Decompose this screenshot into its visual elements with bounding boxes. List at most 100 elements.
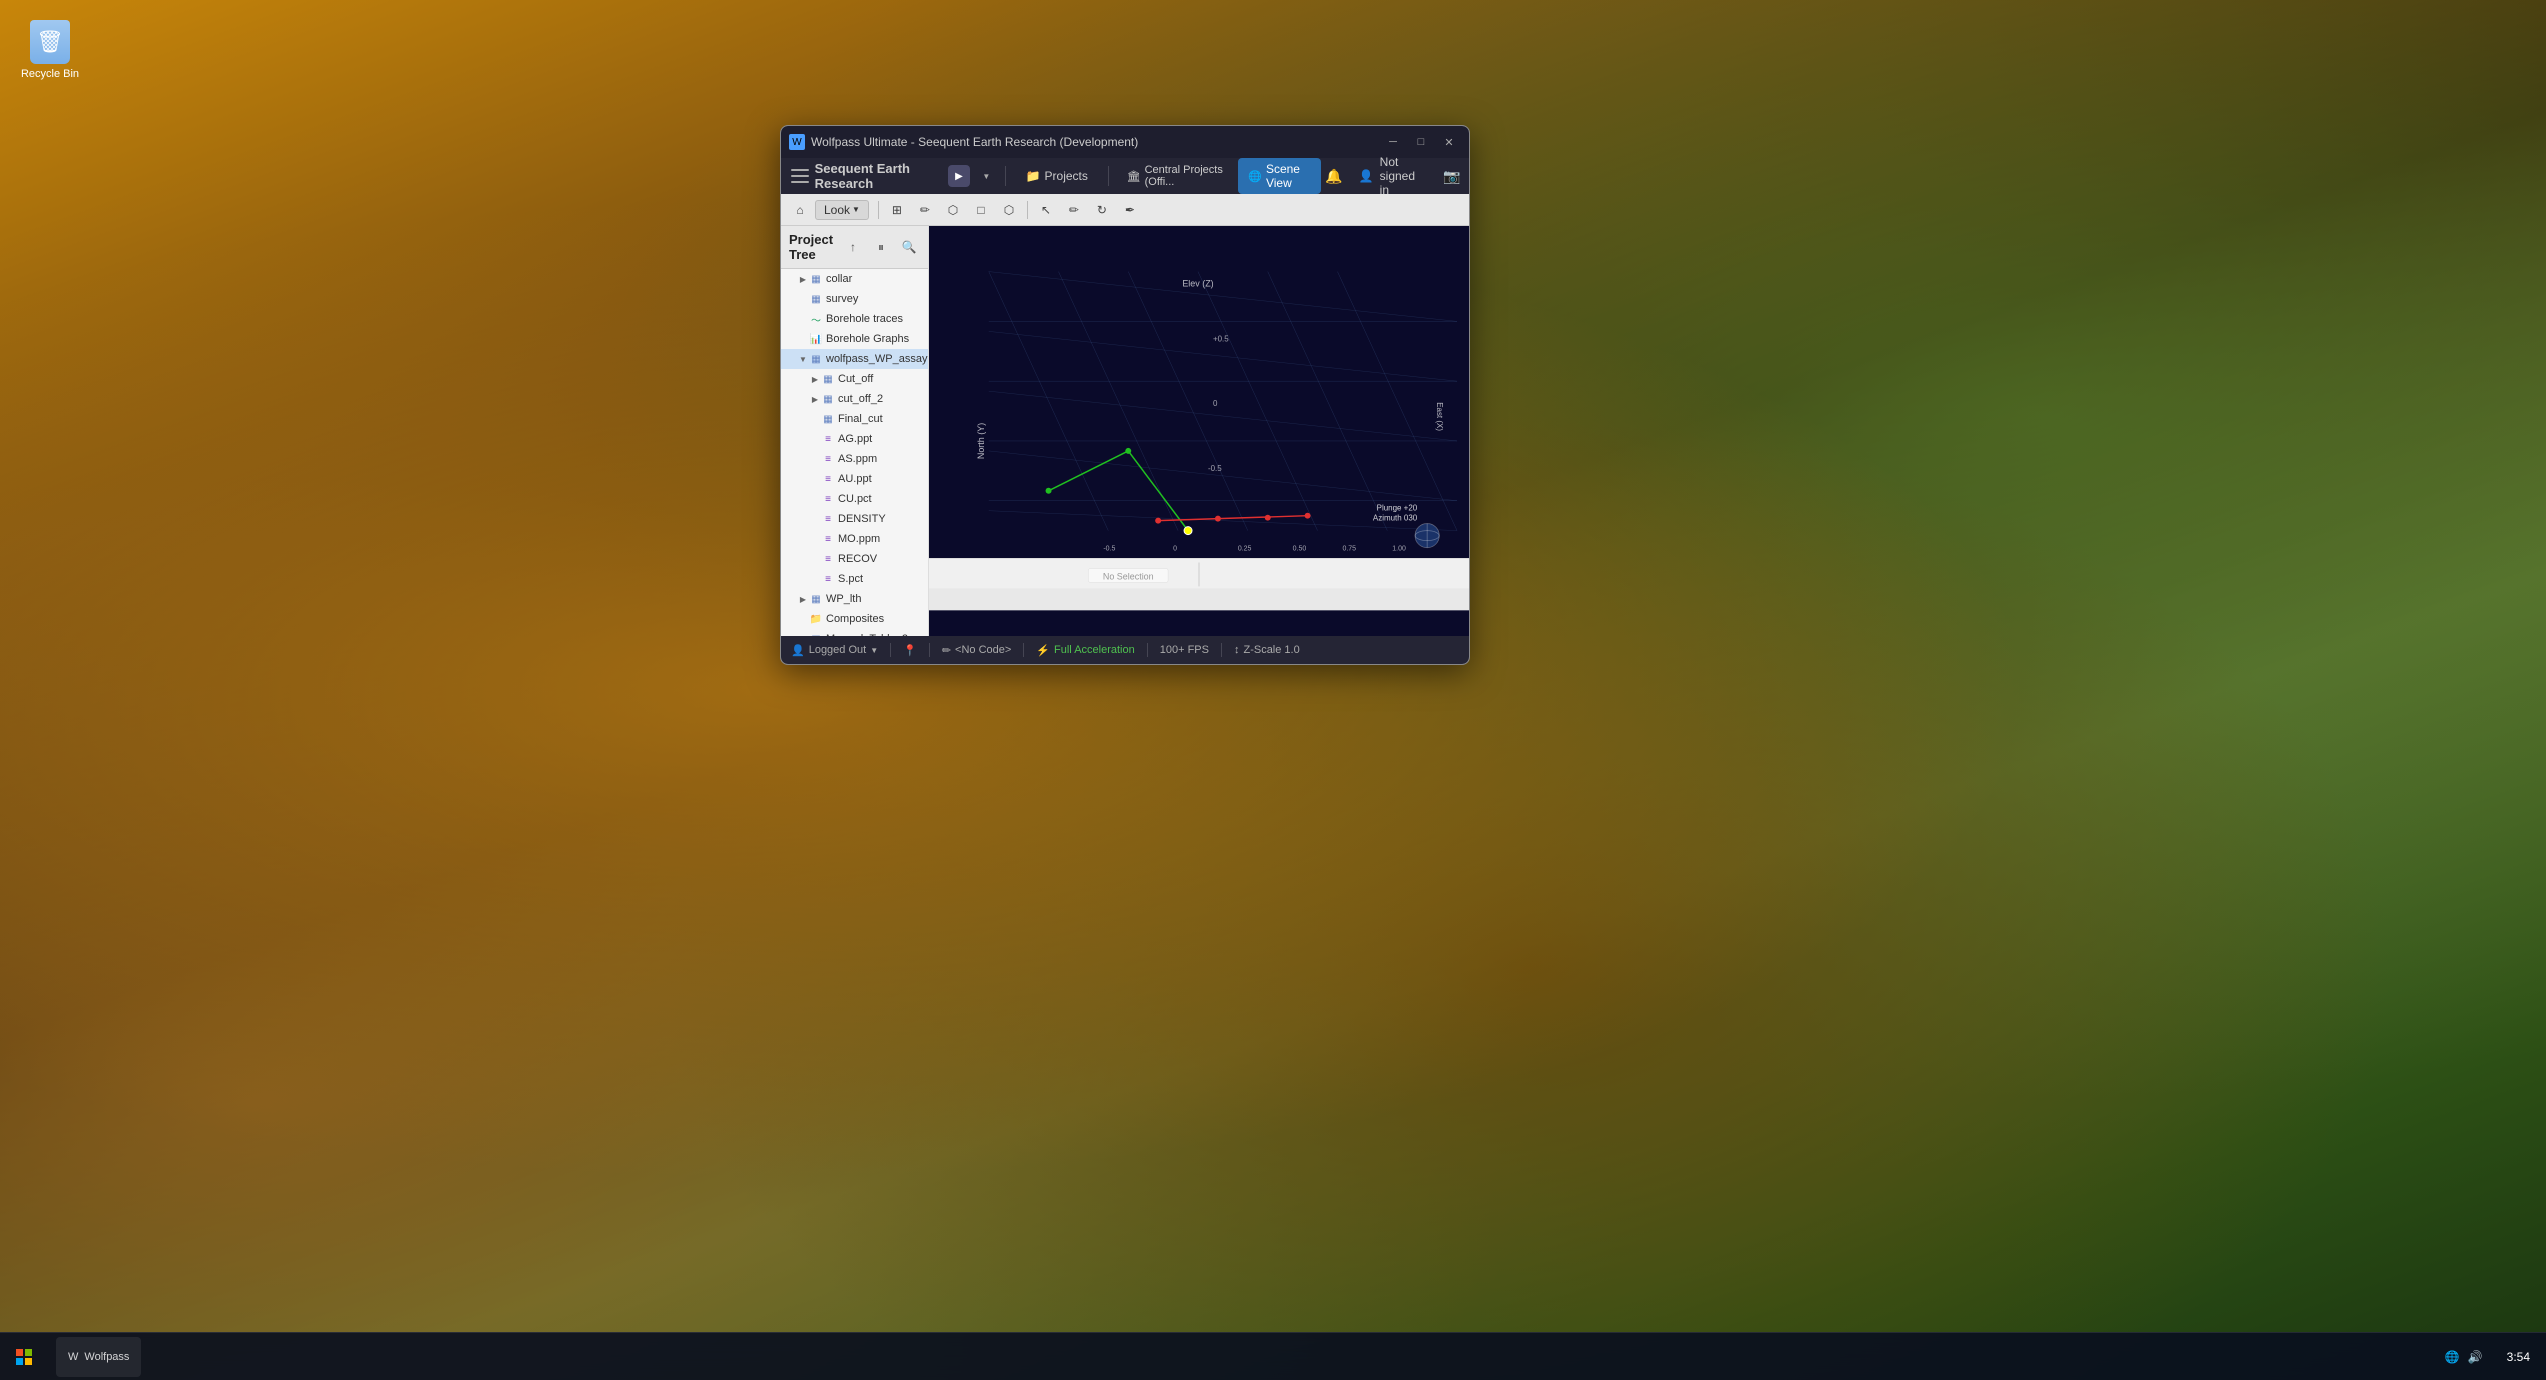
tree-item-label: S.pct	[838, 573, 863, 585]
data-icon: ≡	[821, 572, 835, 586]
draw-button[interactable]: ✏	[912, 198, 938, 222]
pen-button[interactable]: ✒	[1117, 198, 1143, 222]
tree-item-label: survey	[826, 293, 858, 305]
tree-item-ag-ppt[interactable]: ≡ AG.ppt	[781, 429, 928, 449]
tree-item-label: WP_lth	[826, 593, 861, 605]
arrow-icon	[809, 553, 821, 565]
maximize-button[interactable]: □	[1409, 133, 1433, 151]
tree-item-label: wolfpass_WP_assay	[826, 353, 928, 365]
z-scale-status: ↕ Z-Scale 1.0	[1234, 644, 1300, 656]
scene-icon: 🌐	[1248, 170, 1262, 183]
tree-item-density[interactable]: ≡ DENSITY	[781, 509, 928, 529]
tree-item-wolfpass-assay[interactable]: ▼ ▦ wolfpass_WP_assay	[781, 349, 928, 369]
hamburger-menu-button[interactable]	[789, 162, 811, 190]
tree-item-collar[interactable]: ▶ ▦ collar	[781, 269, 928, 289]
arrow-icon: ▶	[809, 373, 821, 385]
tree-item-composites[interactable]: 📁 Composites	[781, 609, 928, 629]
central-icon: 🏛	[1127, 170, 1141, 183]
tree-item-cut-off-2[interactable]: ▶ ▦ cut_off_2	[781, 389, 928, 409]
arrow-icon	[809, 513, 821, 525]
windows-logo-icon	[16, 1349, 32, 1365]
tree-item-merged-table[interactable]: ▼ ▦ Merged_Table_2	[781, 629, 928, 636]
tree-item-cu-pct[interactable]: ≡ CU.pct	[781, 489, 928, 509]
projects-label: Projects	[1045, 169, 1088, 183]
scene-view[interactable]: Elev (Z) North (Y) East (X) +0.5 0 -0.5 …	[929, 226, 1469, 636]
sound-icon: 🔊	[2468, 1350, 2483, 1364]
acceleration-status: ⚡ Full Acceleration	[1036, 644, 1134, 657]
svg-text:No Selection: No Selection	[1103, 571, 1154, 581]
tree-item-label: MO.ppm	[838, 533, 880, 545]
project-tree-panel: Project Tree ↑ ⏸ 🔍 ▶ ▦ collar	[781, 226, 929, 636]
home-toolbar-button[interactable]: ⌂	[787, 198, 813, 222]
tree-item-label: Borehole Graphs	[826, 333, 909, 345]
coordinates-icon: 📍	[903, 644, 917, 657]
brand-name: Seequent Earth Research	[815, 161, 937, 191]
projects-button[interactable]: 📁 Projects	[1016, 165, 1098, 187]
play-dropdown-button[interactable]: ▼	[978, 165, 995, 187]
data-icon: ≡	[821, 512, 835, 526]
tree-item-borehole-traces[interactable]: 〜 Borehole traces	[781, 309, 928, 329]
svg-text:Plunge +20: Plunge +20	[1377, 504, 1418, 513]
look-chevron-icon: ▼	[852, 205, 860, 214]
tree-item-label: DENSITY	[838, 513, 886, 525]
central-projects-button[interactable]: 🏛 Central Projects (Offi...	[1119, 160, 1235, 192]
look-dropdown-button[interactable]: Look ▼	[815, 200, 869, 220]
view-toggle-button[interactable]: ⊞	[884, 198, 910, 222]
tree-pause-button[interactable]: ⏸	[870, 236, 892, 258]
tree-item-borehole-graphs[interactable]: 📊 Borehole Graphs	[781, 329, 928, 349]
arrow-icon	[797, 333, 809, 345]
tree-item-as-ppm[interactable]: ≡ AS.ppm	[781, 449, 928, 469]
acceleration-icon: ⚡	[1036, 644, 1050, 657]
tree-item-mo-ppm[interactable]: ≡ MO.ppm	[781, 529, 928, 549]
z-scale-icon: ↕	[1234, 644, 1240, 656]
project-tree-title: Project Tree	[789, 232, 836, 262]
tree-item-final-cut[interactable]: ▦ Final_cut	[781, 409, 928, 429]
tree-search-button[interactable]: 🔍	[898, 236, 920, 258]
recycle-bin-graphic: 🗑	[30, 20, 70, 64]
tree-up-button[interactable]: ↑	[842, 236, 864, 258]
status-chevron-icon: ▼	[870, 646, 878, 655]
tree-item-label: AS.ppm	[838, 453, 877, 465]
start-button[interactable]	[0, 1333, 48, 1380]
tree-item-survey[interactable]: ▦ survey	[781, 289, 928, 309]
chevron-down-icon: ▼	[982, 172, 990, 181]
rect-icon: □	[977, 203, 984, 217]
recycle-bin-icon[interactable]: 🗑 Recycle Bin	[20, 20, 80, 80]
tree-item-s-pct[interactable]: ≡ S.pct	[781, 569, 928, 589]
user-icon: 👤	[1359, 169, 1374, 183]
cursor-button[interactable]: ↖	[1033, 198, 1059, 222]
edit-icon: ✏	[1069, 203, 1079, 217]
minimize-button[interactable]: ─	[1381, 133, 1405, 151]
rotate-button[interactable]: ↻	[1089, 198, 1115, 222]
taskbar-app-wolfpass[interactable]: W Wolfpass	[56, 1337, 141, 1377]
logged-out-status[interactable]: 👤 Logged Out ▼	[791, 644, 878, 657]
projects-icon: 📁	[1026, 169, 1041, 183]
rotate-icon: ↻	[1097, 203, 1107, 217]
arrow-icon	[797, 293, 809, 305]
hex2-icon: ⬡	[1004, 203, 1014, 217]
scene-view-button[interactable]: 🌐 Scene View	[1238, 158, 1320, 194]
svg-text:East (X): East (X)	[1435, 402, 1444, 431]
tree-item-cut-off[interactable]: ▶ ▦ Cut_off	[781, 369, 928, 389]
clock-time: 3:54	[2507, 1350, 2530, 1364]
tree-item-label: Final_cut	[838, 413, 883, 425]
toolbar-separator-1	[878, 201, 879, 219]
tree-item-recov[interactable]: ≡ RECOV	[781, 549, 928, 569]
tree-item-au-ppt[interactable]: ≡ AU.ppt	[781, 469, 928, 489]
coordinates-status: 📍	[903, 644, 917, 657]
edit-button[interactable]: ✏	[1061, 198, 1087, 222]
rectangle-button[interactable]: □	[968, 198, 994, 222]
play-button[interactable]: ▶	[948, 165, 970, 187]
screenshot-button[interactable]: 📷	[1443, 164, 1461, 188]
shape-button[interactable]: ⬡	[940, 198, 966, 222]
tree-item-wp-lth[interactable]: ▶ ▦ WP_lth	[781, 589, 928, 609]
pause-icon: ⏸	[878, 240, 884, 255]
tree-item-label: Borehole traces	[826, 313, 903, 325]
arrow-icon	[809, 573, 821, 585]
notifications-button[interactable]: 🔔	[1325, 164, 1343, 188]
svg-text:-0.5: -0.5	[1208, 464, 1222, 473]
taskbar-tray: 🌐 🔊	[2437, 1350, 2491, 1364]
hex2-button[interactable]: ⬡	[996, 198, 1022, 222]
close-button[interactable]: ✕	[1437, 133, 1461, 151]
grid-icon: ▦	[809, 292, 823, 306]
